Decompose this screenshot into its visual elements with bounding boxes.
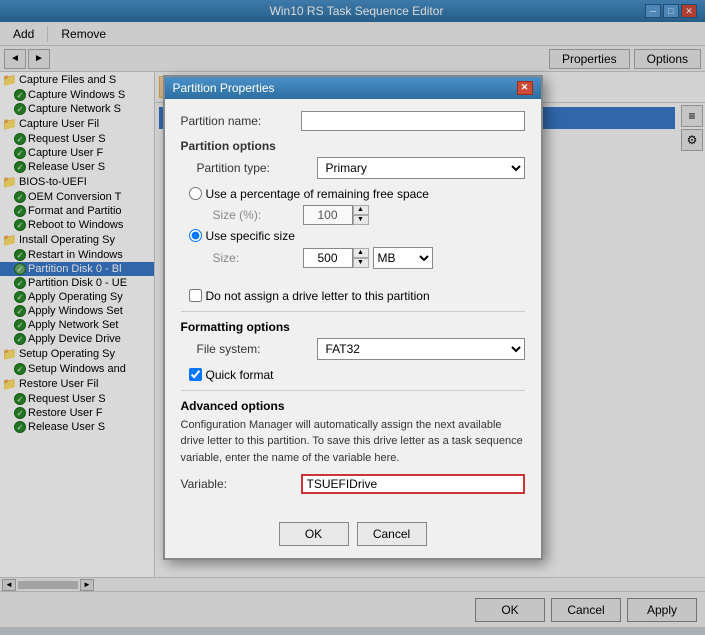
size-percent-label: Size (%): xyxy=(213,208,303,222)
variable-row: Variable: xyxy=(181,474,525,494)
size-unit-select[interactable]: MB GB xyxy=(373,247,433,269)
advanced-description: Configuration Manager will automatically… xyxy=(181,417,525,467)
no-drive-letter-label: Do not assign a drive letter to this par… xyxy=(206,289,430,303)
variable-label: Variable: xyxy=(181,477,301,491)
no-drive-letter-row: Do not assign a drive letter to this par… xyxy=(189,289,525,303)
size-specific-input[interactable] xyxy=(303,248,353,268)
size-percent-spinner: ▲ ▼ xyxy=(353,205,369,225)
size-percent-input[interactable] xyxy=(303,205,353,225)
modal-title: Partition Properties xyxy=(173,81,275,95)
spin-up-btn[interactable]: ▲ xyxy=(353,205,369,215)
partition-name-input[interactable] xyxy=(301,111,525,131)
radio-percentage-label: Use a percentage of remaining free space xyxy=(206,187,429,201)
file-system-select[interactable]: FAT32 NTFS exFAT xyxy=(317,338,525,360)
no-drive-letter-checkbox[interactable] xyxy=(189,289,202,302)
size-percent-row: Size (%): ▲ ▼ xyxy=(213,205,525,225)
modal-cancel-button[interactable]: Cancel xyxy=(357,522,427,546)
file-system-row: File system: FAT32 NTFS exFAT xyxy=(197,338,525,360)
radio-percentage-row: Use a percentage of remaining free space xyxy=(189,187,525,201)
partition-type-select[interactable]: Primary Extended Logical xyxy=(317,157,525,179)
size-specific-label: Size: xyxy=(213,251,303,265)
divider-2 xyxy=(181,390,525,391)
radio-percentage[interactable] xyxy=(189,187,202,200)
partition-type-row: Partition type: Primary Extended Logical xyxy=(197,157,525,179)
quick-format-label: Quick format xyxy=(206,368,274,382)
variable-input[interactable] xyxy=(301,474,525,494)
divider-1 xyxy=(181,311,525,312)
spin-down-specific-btn[interactable]: ▼ xyxy=(353,258,369,268)
spin-down-btn[interactable]: ▼ xyxy=(353,215,369,225)
radio-specific-row: Use specific size xyxy=(189,229,525,243)
formatting-options-label: Formatting options xyxy=(181,320,525,334)
modal-body: Partition name: Partition options Partit… xyxy=(165,99,541,515)
partition-options-label: Partition options xyxy=(181,139,525,153)
modal-footer: OK Cancel xyxy=(165,514,541,558)
partition-type-label: Partition type: xyxy=(197,161,317,175)
radio-specific[interactable] xyxy=(189,229,202,242)
partition-name-label: Partition name: xyxy=(181,114,301,128)
spacer xyxy=(181,273,525,281)
spin-up-specific-btn[interactable]: ▲ xyxy=(353,248,369,258)
size-specific-row: Size: ▲ ▼ MB GB xyxy=(213,247,525,269)
advanced-options-label: Advanced options xyxy=(181,399,525,413)
partition-name-row: Partition name: xyxy=(181,111,525,131)
size-specific-spinner: ▲ ▼ xyxy=(353,248,369,268)
radio-specific-label: Use specific size xyxy=(206,229,295,243)
modal-overlay: Partition Properties ✕ Partition name: P… xyxy=(0,0,705,635)
modal-ok-button[interactable]: OK xyxy=(279,522,349,546)
partition-properties-dialog: Partition Properties ✕ Partition name: P… xyxy=(163,75,543,561)
quick-format-row: Quick format xyxy=(189,368,525,382)
quick-format-checkbox[interactable] xyxy=(189,368,202,381)
file-system-label: File system: xyxy=(197,342,317,356)
modal-close-button[interactable]: ✕ xyxy=(517,81,533,95)
modal-title-bar: Partition Properties ✕ xyxy=(165,77,541,99)
